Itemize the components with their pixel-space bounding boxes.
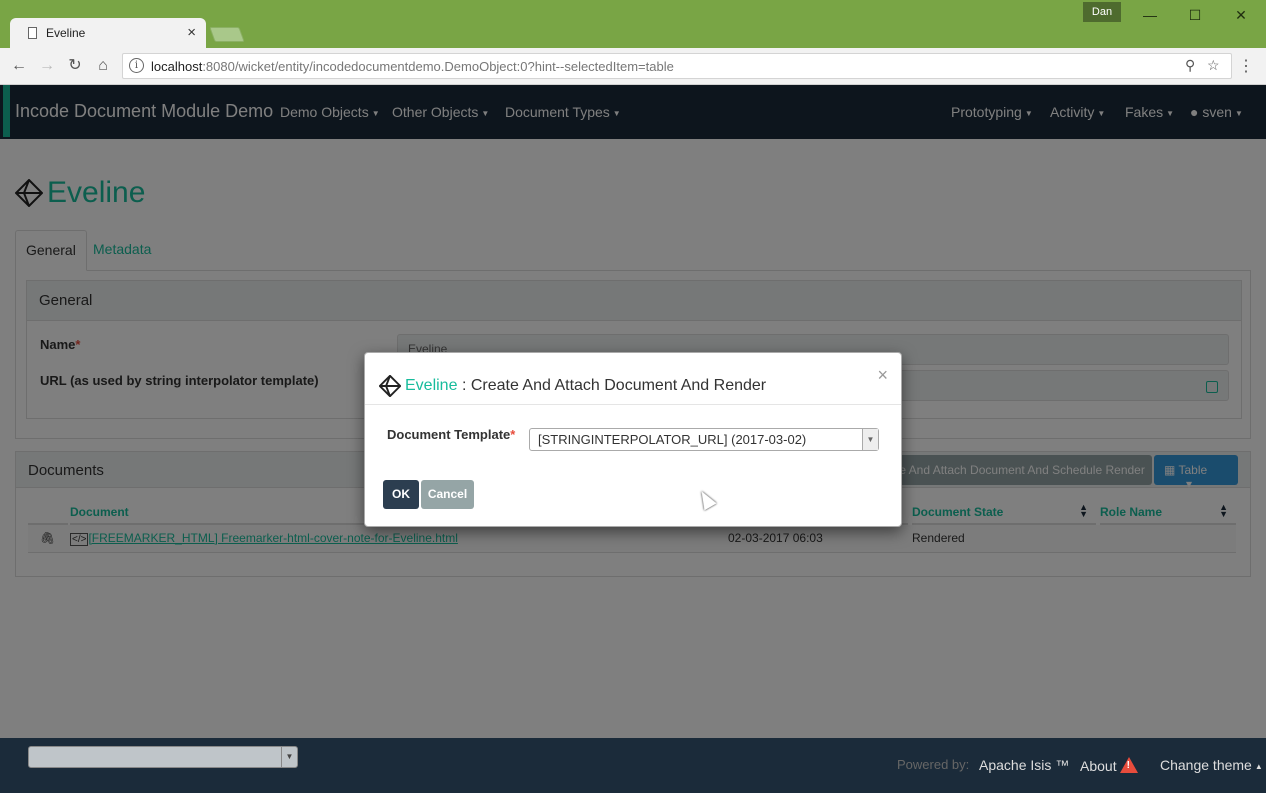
home-icon[interactable]: ⌂: [92, 56, 114, 76]
powered-by-label: Powered by:: [897, 757, 970, 772]
forward-arrow-icon[interactable]: →: [36, 56, 58, 76]
document-template-select[interactable]: [STRINGINTERPOLATOR_URL] (2017-03-02) ▼: [529, 428, 879, 451]
cancel-button[interactable]: Cancel: [421, 480, 474, 509]
document-icon: [28, 27, 37, 39]
close-icon[interactable]: ×: [877, 365, 888, 386]
zoom-icon[interactable]: ⚲: [1185, 57, 1195, 74]
info-icon[interactable]: i: [129, 58, 144, 73]
about-link[interactable]: About: [1080, 757, 1138, 774]
dialog-header: Eveline : Create And Attach Document And…: [365, 353, 901, 405]
tab-title: Eveline: [46, 26, 86, 40]
url-text: localhost:8080/wicket/entity/incodedocum…: [151, 59, 674, 74]
chevron-down-icon[interactable]: ▼: [862, 429, 878, 450]
ok-button[interactable]: OK: [383, 480, 419, 509]
back-arrow-icon[interactable]: ←: [8, 56, 30, 76]
reload-icon[interactable]: ↻: [64, 56, 86, 76]
browser-tab[interactable]: Eveline ×: [10, 18, 206, 48]
warning-icon: [1119, 757, 1138, 773]
footer-select[interactable]: ▼: [28, 746, 298, 768]
change-theme-menu[interactable]: Change theme ▲: [1160, 757, 1263, 773]
bookmark-star-icon[interactable]: ☆: [1207, 57, 1220, 74]
minimize-icon[interactable]: —: [1128, 4, 1172, 26]
dialog-title: Eveline : Create And Attach Document And…: [405, 377, 767, 394]
browser-menu-icon[interactable]: ⋮: [1238, 56, 1254, 76]
apache-isis-link[interactable]: Apache Isis ™: [979, 757, 1069, 773]
browser-titlebar: Eveline × Dan — ☐ ✕: [0, 0, 1266, 48]
profile-badge[interactable]: Dan: [1083, 2, 1121, 22]
maximize-icon[interactable]: ☐: [1173, 4, 1217, 26]
action-dialog: Eveline : Create And Attach Document And…: [364, 352, 902, 527]
window-close-icon[interactable]: ✕: [1219, 4, 1263, 26]
chevron-down-icon[interactable]: ▼: [281, 747, 297, 767]
address-bar[interactable]: i localhost:8080/wicket/entity/incodedoc…: [122, 53, 1232, 79]
browser-toolbar: ← → ↻ ⌂ i localhost:8080/wicket/entity/i…: [0, 48, 1266, 85]
entity-diamond-icon: [379, 375, 401, 397]
new-tab-button[interactable]: [209, 27, 245, 42]
close-tab-icon[interactable]: ×: [187, 24, 196, 41]
document-template-label: Document Template*: [387, 427, 516, 442]
app-footer: ▼ Powered by: Apache Isis ™ About Change…: [0, 738, 1266, 793]
